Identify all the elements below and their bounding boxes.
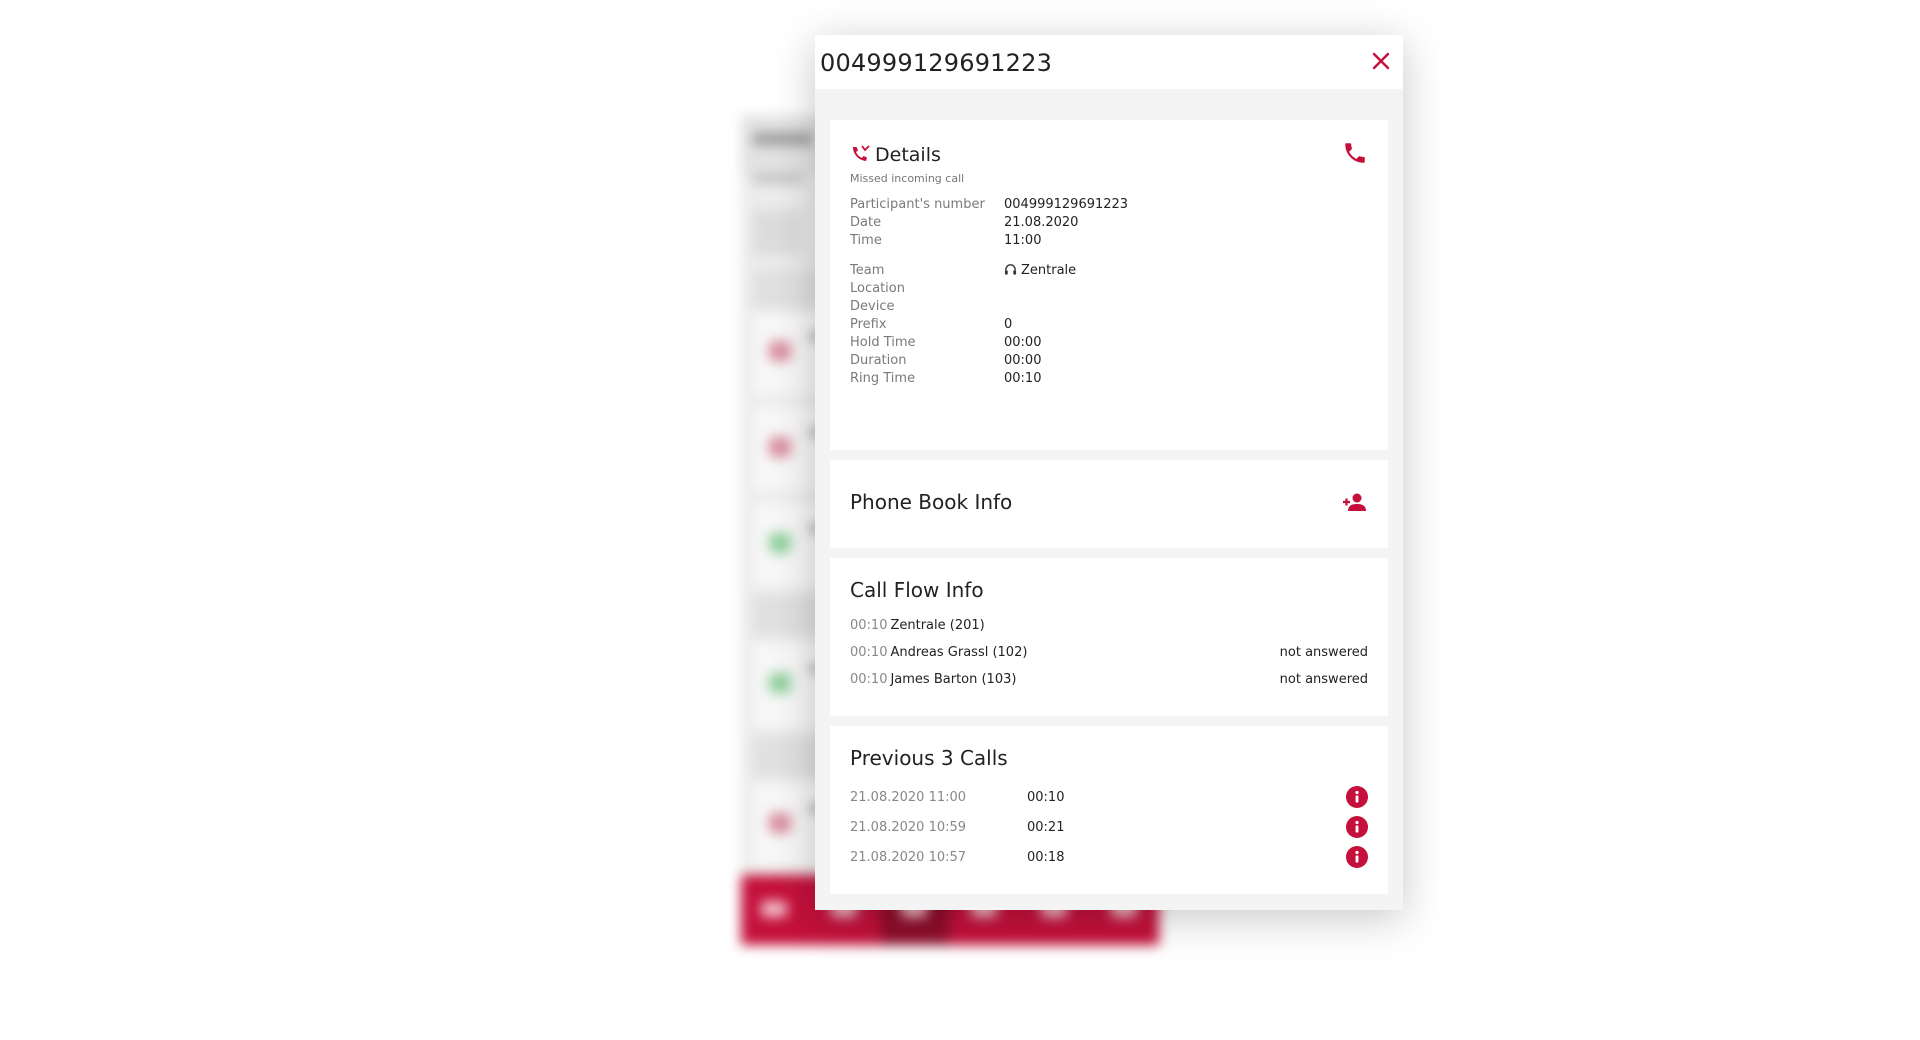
- field-label: Time: [850, 233, 882, 248]
- phone-book-card: Phone Book Info: [830, 460, 1388, 548]
- call-detail-modal: 004999129691223 Details Missed incoming …: [815, 35, 1403, 910]
- previous-calls-card: Previous 3 Calls 21.08.2020 11:00 00:10 …: [830, 726, 1388, 894]
- field-label: Ring Time: [850, 371, 916, 386]
- field-label: Date: [850, 215, 882, 230]
- call-flow-row: 00:10 James Barton (103) not answered: [850, 672, 1368, 690]
- flow-target: Andreas Grassl (102): [890, 645, 1028, 660]
- field-label: Team: [850, 263, 885, 278]
- missed-call-icon: [853, 145, 870, 161]
- field-value: 21.08.2020: [1004, 215, 1079, 230]
- field-label: Location: [850, 281, 905, 296]
- call-duration: 00:21: [1027, 820, 1065, 835]
- background-search: [753, 210, 803, 255]
- field-value: 004999129691223: [1004, 197, 1129, 212]
- call-flow-card: Call Flow Info 00:10 Zentrale (201) 00:10…: [830, 558, 1388, 716]
- info-icon: [1355, 790, 1359, 803]
- call-info-button[interactable]: [1346, 786, 1368, 808]
- call-datetime: 21.08.2020 10:59: [850, 820, 967, 835]
- phone-icon: [1345, 143, 1365, 163]
- field-value: 0: [1004, 317, 1013, 332]
- call-datetime: 21.08.2020 11:00: [850, 790, 967, 805]
- team-value: Zentrale: [1004, 263, 1076, 278]
- time-row: Time 11:00: [850, 233, 1370, 251]
- hold-time-row: Hold Time 00:00: [850, 335, 1370, 353]
- call-flow-title: Call Flow Info: [850, 578, 984, 602]
- headset-icon: [1004, 264, 1017, 275]
- previous-call-row: 21.08.2020 10:59 00:21: [850, 816, 1368, 840]
- device-row: Device: [850, 299, 1370, 317]
- call-flow-row: 00:10 Andreas Grassl (102) not answered: [850, 645, 1368, 663]
- call-button[interactable]: [1342, 140, 1368, 166]
- field-label: Hold Time: [850, 335, 916, 350]
- flow-status: not answered: [1279, 645, 1368, 660]
- flow-target: James Barton (103): [890, 672, 1017, 687]
- details-title: Details: [875, 144, 941, 166]
- ring-time-row: Ring Time 00:10: [850, 371, 1370, 389]
- team-name: Zentrale: [1021, 263, 1077, 278]
- call-info-button[interactable]: [1346, 846, 1368, 868]
- add-contact-button[interactable]: [1342, 492, 1368, 514]
- info-icon: [1355, 850, 1359, 863]
- call-flow-row: 00:10 Zentrale (201): [850, 618, 1368, 636]
- prefix-row: Prefix 0: [850, 317, 1370, 335]
- call-duration: 00:18: [1027, 850, 1065, 865]
- call-info-button[interactable]: [1346, 816, 1368, 838]
- team-row: Team Zentrale: [850, 263, 1370, 281]
- modal-header: 004999129691223: [815, 35, 1403, 89]
- flow-time: 00:10: [850, 618, 888, 633]
- call-datetime: 21.08.2020 10:57: [850, 850, 967, 865]
- flow-time: 00:10: [850, 645, 888, 660]
- duration-row: Duration 00:00: [850, 353, 1370, 371]
- call-type-label: Missed incoming call: [850, 172, 965, 185]
- close-icon: [1372, 52, 1390, 70]
- flow-target: Zentrale (201): [890, 618, 985, 633]
- modal-title: 004999129691223: [820, 49, 1053, 77]
- phone-book-title: Phone Book Info: [850, 490, 1013, 514]
- previous-call-row: 21.08.2020 11:00 00:10: [850, 786, 1368, 810]
- field-label: Prefix: [850, 317, 887, 332]
- close-button[interactable]: [1369, 49, 1393, 73]
- info-icon: [1355, 820, 1359, 833]
- location-row: Location: [850, 281, 1370, 299]
- field-value: 00:00: [1004, 335, 1042, 350]
- details-card: Details Missed incoming call Participant…: [830, 120, 1388, 450]
- field-value: 00:10: [1004, 371, 1042, 386]
- flow-time: 00:10: [850, 672, 888, 687]
- previous-call-row: 21.08.2020 10:57 00:18: [850, 846, 1368, 870]
- add-contact-icon: [1343, 493, 1366, 511]
- field-label: Participant's number: [850, 197, 985, 212]
- previous-calls-title: Previous 3 Calls: [850, 746, 1008, 770]
- call-duration: 00:10: [1027, 790, 1065, 805]
- field-value: 00:00: [1004, 353, 1042, 368]
- participant-number-row: Participant's number 004999129691223: [850, 197, 1370, 215]
- field-label: Duration: [850, 353, 907, 368]
- field-label: Device: [850, 299, 895, 314]
- date-row: Date 21.08.2020: [850, 215, 1370, 233]
- field-value: 11:00: [1004, 233, 1042, 248]
- flow-status: not answered: [1279, 672, 1368, 687]
